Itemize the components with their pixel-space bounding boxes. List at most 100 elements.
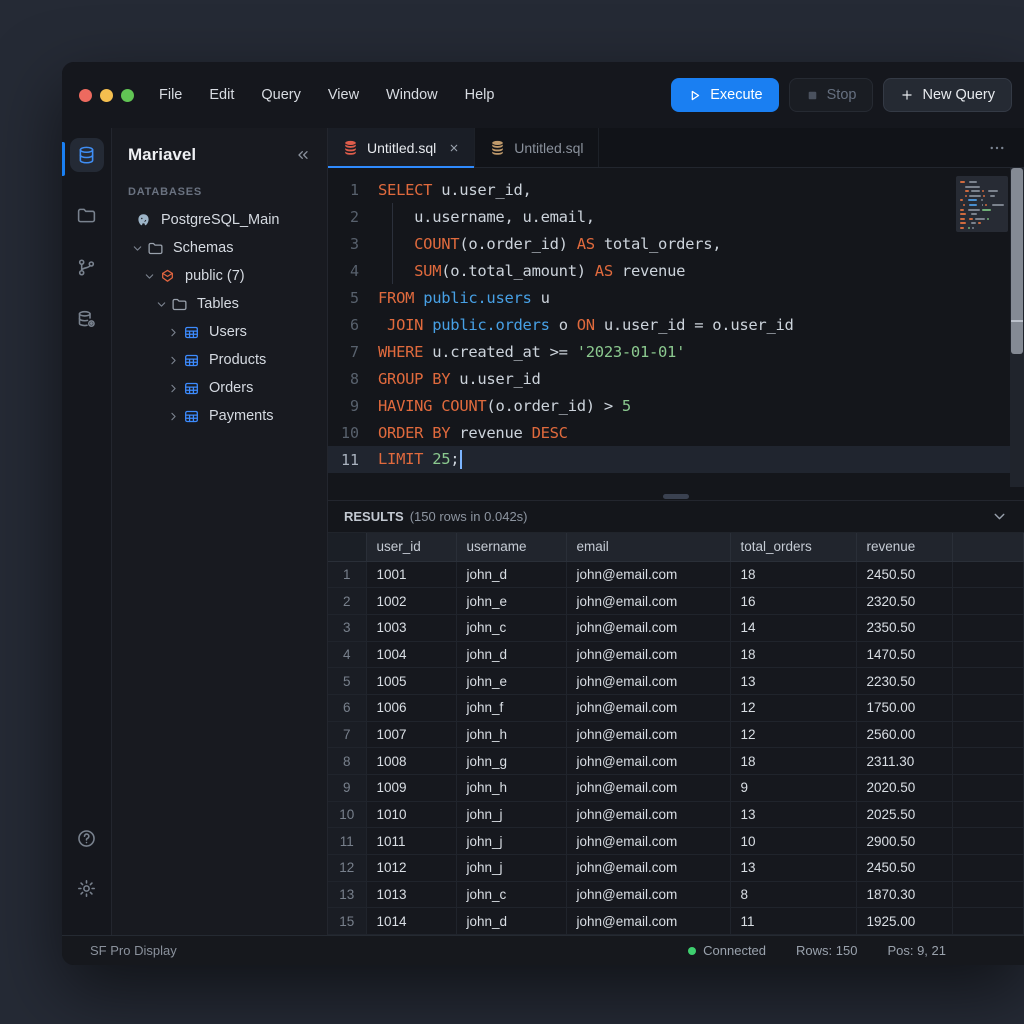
- table-cell[interactable]: 2350.50: [856, 614, 952, 641]
- table-cell[interactable]: 2900.50: [856, 828, 952, 855]
- table-row[interactable]: 81008john_gjohn@email.com182311.30: [328, 748, 1024, 775]
- table-row[interactable]: 101010john_jjohn@email.com132025.50: [328, 801, 1024, 828]
- table-row[interactable]: 131013john_cjohn@email.com81870.30: [328, 881, 1024, 908]
- table-cell[interactable]: john@email.com: [566, 694, 730, 721]
- chevron-right-icon[interactable]: [168, 383, 181, 394]
- close-tab-icon[interactable]: [448, 142, 460, 154]
- rail-item-folder[interactable]: [70, 198, 104, 232]
- table-cell[interactable]: 18: [730, 748, 856, 775]
- code-line[interactable]: 8GROUP BY u.user_id: [328, 365, 1024, 392]
- table-cell[interactable]: 1002: [366, 588, 456, 615]
- table-cell[interactable]: john_c: [456, 881, 566, 908]
- tree-item-orders[interactable]: Orders: [112, 374, 327, 402]
- collapse-sidebar-icon[interactable]: [295, 147, 311, 163]
- stop-button[interactable]: Stop: [789, 78, 874, 112]
- table-cell[interactable]: 1925.00: [856, 908, 952, 935]
- column-header-revenue[interactable]: revenue: [856, 533, 952, 561]
- table-cell[interactable]: john_e: [456, 588, 566, 615]
- table-cell[interactable]: 1012: [366, 855, 456, 882]
- table-cell[interactable]: john_j: [456, 801, 566, 828]
- table-cell[interactable]: john@email.com: [566, 801, 730, 828]
- code-line[interactable]: 4 SUM(o.total_amount) AS revenue: [328, 257, 1024, 284]
- tree-item-postgresql-main[interactable]: PostgreSQL_Main: [112, 206, 327, 234]
- table-cell[interactable]: 13: [730, 668, 856, 695]
- table-cell[interactable]: 1013: [366, 881, 456, 908]
- menu-item-help[interactable]: Help: [465, 87, 495, 103]
- table-cell[interactable]: 2230.50: [856, 668, 952, 695]
- table-cell[interactable]: 9: [730, 775, 856, 802]
- sql-editor[interactable]: 1SELECT u.user_id,2 u.username, u.email,…: [328, 168, 1024, 487]
- table-row[interactable]: 151014john_djohn@email.com111925.00: [328, 908, 1024, 935]
- minimize-window-button[interactable]: [100, 89, 113, 102]
- column-header-email[interactable]: email: [566, 533, 730, 561]
- tree-item-public-7-[interactable]: public (7): [112, 262, 327, 290]
- table-row[interactable]: 21002john_ejohn@email.com162320.50: [328, 588, 1024, 615]
- table-cell[interactable]: 11: [730, 908, 856, 935]
- table-cell[interactable]: john_d: [456, 561, 566, 588]
- table-cell[interactable]: 1014: [366, 908, 456, 935]
- table-cell[interactable]: 1470.50: [856, 641, 952, 668]
- tab-1[interactable]: Untitled.sql: [328, 128, 475, 167]
- table-cell[interactable]: 2560.00: [856, 721, 952, 748]
- editor-scrollbar-thumb[interactable]: [1011, 168, 1023, 354]
- table-cell[interactable]: 13: [730, 855, 856, 882]
- column-header-total_orders[interactable]: total_orders: [730, 533, 856, 561]
- table-cell[interactable]: 1004: [366, 641, 456, 668]
- table-cell[interactable]: 1006: [366, 694, 456, 721]
- column-header-username[interactable]: username: [456, 533, 566, 561]
- more-options-icon[interactable]: [988, 139, 1006, 157]
- table-cell[interactable]: 1005: [366, 668, 456, 695]
- code-line[interactable]: 3 COUNT(o.order_id) AS total_orders,: [328, 230, 1024, 257]
- rail-item-help[interactable]: [70, 821, 104, 855]
- table-cell[interactable]: 2320.50: [856, 588, 952, 615]
- menu-item-query[interactable]: Query: [261, 87, 301, 103]
- table-cell[interactable]: 1008: [366, 748, 456, 775]
- table-cell[interactable]: 18: [730, 561, 856, 588]
- table-cell[interactable]: john@email.com: [566, 561, 730, 588]
- table-cell[interactable]: john@email.com: [566, 855, 730, 882]
- table-row[interactable]: 61006john_fjohn@email.com121750.00: [328, 694, 1024, 721]
- table-cell[interactable]: john@email.com: [566, 775, 730, 802]
- table-cell[interactable]: 14: [730, 614, 856, 641]
- table-cell[interactable]: 2450.50: [856, 561, 952, 588]
- table-cell[interactable]: john_j: [456, 828, 566, 855]
- chevron-right-icon[interactable]: [168, 411, 181, 422]
- table-cell[interactable]: john@email.com: [566, 668, 730, 695]
- rail-item-settings[interactable]: [70, 871, 104, 905]
- table-cell[interactable]: 1011: [366, 828, 456, 855]
- tree-item-payments[interactable]: Payments: [112, 402, 327, 430]
- table-row[interactable]: 111011john_jjohn@email.com102900.50: [328, 828, 1024, 855]
- rail-item-git-branch[interactable]: [70, 250, 104, 284]
- table-cell[interactable]: 1003: [366, 614, 456, 641]
- table-row[interactable]: 121012john_jjohn@email.com132450.50: [328, 855, 1024, 882]
- tree-item-schemas[interactable]: Schemas: [112, 234, 327, 262]
- menu-item-window[interactable]: Window: [386, 87, 438, 103]
- table-cell[interactable]: john_e: [456, 668, 566, 695]
- tree-item-users[interactable]: Users: [112, 318, 327, 346]
- table-cell[interactable]: john_f: [456, 694, 566, 721]
- table-cell[interactable]: john@email.com: [566, 881, 730, 908]
- table-cell[interactable]: 2020.50: [856, 775, 952, 802]
- table-cell[interactable]: john_d: [456, 641, 566, 668]
- table-cell[interactable]: john_h: [456, 775, 566, 802]
- table-cell[interactable]: john@email.com: [566, 828, 730, 855]
- table-cell[interactable]: john@email.com: [566, 588, 730, 615]
- column-header-user_id[interactable]: user_id: [366, 533, 456, 561]
- rail-item-database-gear[interactable]: [70, 302, 104, 336]
- editor-scrollbar[interactable]: [1010, 168, 1024, 487]
- table-cell[interactable]: 12: [730, 694, 856, 721]
- code-line[interactable]: 2 u.username, u.email,: [328, 203, 1024, 230]
- zoom-window-button[interactable]: [121, 89, 134, 102]
- table-cell[interactable]: 2311.30: [856, 748, 952, 775]
- table-cell[interactable]: 1870.30: [856, 881, 952, 908]
- chevron-down-icon[interactable]: [132, 243, 145, 254]
- code-line[interactable]: 7WHERE u.created_at >= '2023-01-01': [328, 338, 1024, 365]
- menu-item-edit[interactable]: Edit: [209, 87, 234, 103]
- execute-button[interactable]: Execute: [671, 78, 778, 112]
- code-line[interactable]: 5FROM public.users u: [328, 284, 1024, 311]
- code-line[interactable]: 11LIMIT 25;: [328, 446, 1024, 473]
- table-cell[interactable]: john_c: [456, 614, 566, 641]
- table-cell[interactable]: 8: [730, 881, 856, 908]
- chevron-down-icon[interactable]: [144, 271, 157, 282]
- table-cell[interactable]: 12: [730, 721, 856, 748]
